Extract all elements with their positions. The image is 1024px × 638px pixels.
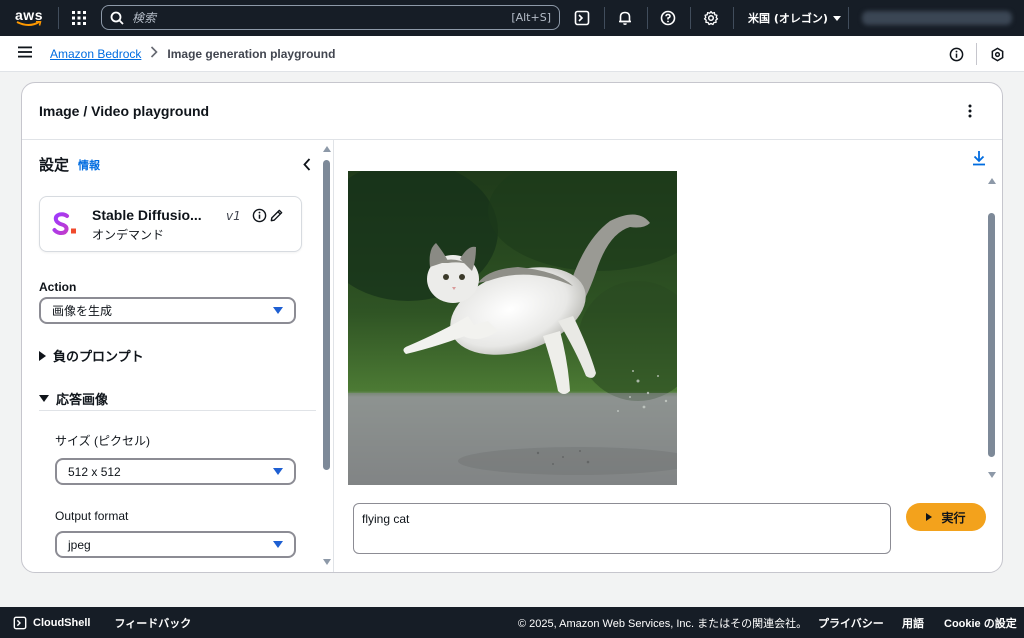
stability-logo-icon [52, 212, 76, 236]
collapse-panel-button[interactable] [298, 154, 316, 174]
info-panel-button[interactable] [938, 36, 974, 72]
action-select[interactable]: 画像を生成 [39, 297, 296, 324]
model-throughput: オンデマンド [92, 228, 165, 242]
footer-terms-link[interactable]: 用語 [902, 615, 924, 631]
top-navigation: aws 検索 [Alt+S] 米国 (オレゴン) [0, 0, 1024, 36]
footer-feedback-link[interactable]: フィードバック [114, 615, 191, 631]
caret-down-icon [273, 307, 283, 314]
settings-scrollbar[interactable] [323, 160, 330, 470]
output-format-select[interactable]: jpeg [55, 531, 296, 558]
cloudshell-icon [13, 616, 27, 629]
breadcrumb-bedrock-link[interactable]: Amazon Bedrock [50, 47, 141, 61]
breadcrumb-current: Image generation playground [167, 46, 336, 61]
grid-icon [72, 11, 86, 25]
more-options-button[interactable] [960, 101, 980, 121]
aws-logo[interactable]: aws [6, 0, 52, 36]
size-label: サイズ (ピクセル) [55, 434, 150, 448]
info-icon [949, 47, 963, 61]
help-button[interactable] [648, 0, 688, 36]
card-title: Image / Video playground [39, 103, 210, 119]
aws-smile-icon [16, 20, 42, 26]
chevron-right-icon [150, 46, 159, 61]
model-card[interactable]: Stable Diffusio... v1 オンデマンド [39, 196, 302, 252]
generated-image[interactable] [348, 171, 677, 485]
gear-icon [703, 10, 719, 26]
caret-down-icon [39, 395, 49, 402]
region-label: 米国 (オレゴン) [748, 12, 828, 25]
output-scrollbar[interactable] [988, 213, 995, 457]
menu-icon [18, 46, 32, 58]
caret-down-icon [273, 468, 283, 475]
footer: CloudShell フィードバック © 2025, Amazon Web Se… [0, 607, 1024, 638]
scroll-up-arrow[interactable] [323, 146, 331, 152]
settings-title: 設定 [39, 156, 70, 174]
run-button-label: 実行 [941, 510, 966, 525]
search-icon [110, 11, 124, 25]
card-header: Image / Video playground [22, 83, 1002, 140]
side-nav-toggle[interactable] [18, 46, 46, 61]
scroll-up-arrow[interactable] [988, 178, 996, 184]
size-select-value: 512 x 512 [68, 464, 121, 479]
run-button[interactable]: 実行 [906, 503, 986, 531]
model-version: v1 [226, 209, 241, 223]
help-icon [660, 10, 676, 26]
action-select-value: 画像を生成 [52, 304, 113, 318]
scroll-down-arrow[interactable] [988, 472, 996, 478]
output-format-value: jpeg [68, 537, 91, 552]
prompt-input[interactable]: flying cat [353, 503, 891, 554]
caret-down-icon [832, 16, 841, 21]
hexagon-panel-button[interactable] [979, 36, 1015, 72]
bell-icon [619, 11, 631, 25]
hexagon-icon [991, 47, 1003, 61]
cloudshell-icon [574, 10, 590, 26]
download-icon[interactable] [969, 148, 989, 168]
output-format-label: Output format [55, 509, 129, 523]
settings-header: 設定 情報 [39, 154, 100, 175]
search-input[interactable]: 検索 [Alt+S] [101, 5, 560, 30]
scroll-down-arrow[interactable] [323, 559, 331, 565]
services-menu-button[interactable] [59, 0, 99, 36]
account-menu[interactable] [862, 11, 1012, 25]
notifications-button[interactable] [605, 0, 645, 36]
play-icon [926, 513, 933, 521]
breadcrumb-bar: Amazon Bedrock Image generation playgrou… [0, 36, 1024, 72]
settings-info-link[interactable]: 情報 [78, 157, 100, 173]
caret-right-icon [39, 350, 46, 361]
prompt-text: flying cat [362, 512, 410, 526]
output-panel: flying cat 実行 [335, 140, 1002, 572]
chevron-left-icon [303, 157, 311, 171]
search-placeholder: 検索 [132, 11, 157, 25]
flying-cat-image [348, 171, 677, 485]
info-icon[interactable] [252, 208, 267, 223]
settings-button[interactable] [691, 0, 731, 36]
negative-prompt-expander[interactable]: 負のプロンプト [39, 346, 144, 365]
negative-prompt-label: 負のプロンプト [53, 350, 144, 365]
kebab-menu-icon [968, 104, 972, 118]
settings-panel: 設定 情報 Stable Diffusio... v1 オンデマンド Actio… [22, 140, 334, 572]
section-divider [39, 410, 316, 411]
search-shortcut: [Alt+S] [511, 11, 551, 24]
action-label: Action [39, 280, 77, 294]
footer-cloudshell-link[interactable]: CloudShell [33, 617, 90, 629]
breadcrumb-divider [976, 43, 977, 65]
model-name: Stable Diffusio... [92, 207, 202, 223]
size-select[interactable]: 512 x 512 [55, 458, 296, 485]
playground-card: Image / Video playground 設定 情報 Stable Di… [21, 82, 1003, 573]
nav-divider [848, 7, 849, 29]
region-selector[interactable]: 米国 (オレゴン) [748, 0, 842, 36]
nav-divider [733, 7, 734, 29]
response-image-label: 応答画像 [56, 393, 109, 408]
response-image-expander[interactable]: 応答画像 [39, 389, 108, 408]
cloudshell-button[interactable] [562, 0, 602, 36]
footer-copyright: © 2025, Amazon Web Services, Inc. またはその関… [518, 617, 808, 630]
footer-privacy-link[interactable]: プライバシー [818, 615, 884, 631]
footer-cookie-link[interactable]: Cookie の設定 [944, 615, 1017, 631]
edit-pencil-icon[interactable] [269, 208, 284, 223]
caret-down-icon [273, 541, 283, 548]
